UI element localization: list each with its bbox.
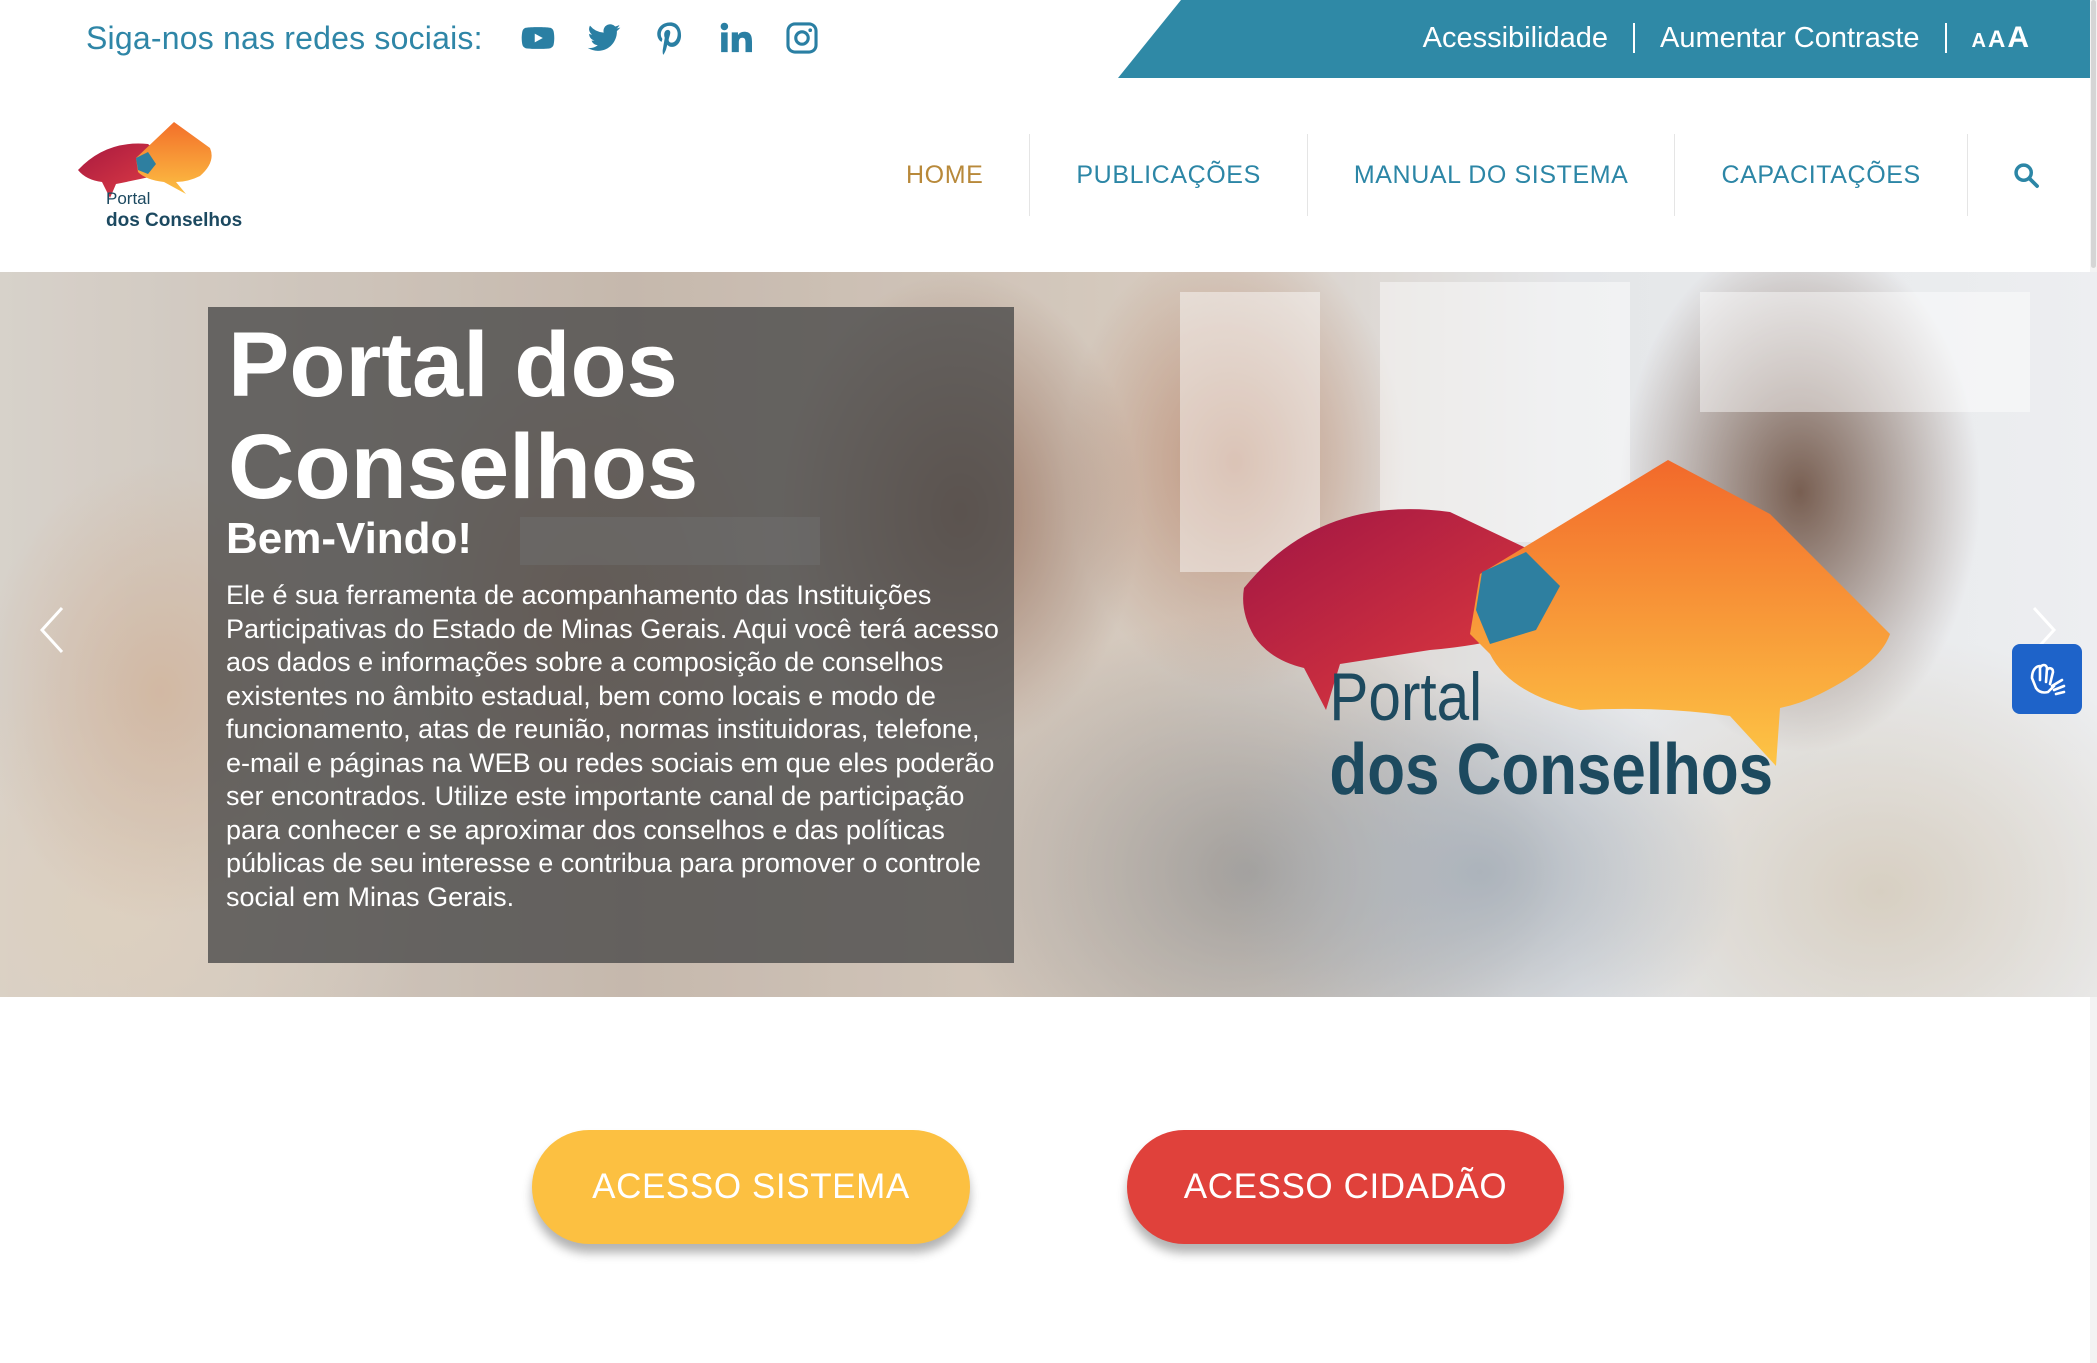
accessibility-link[interactable]: Acessibilidade [1423,22,1608,55]
chevron-left-icon[interactable] [32,600,76,660]
hero-title: Portal dos Conselhos [228,314,699,518]
page: Siga-nos nas redes sociais: Acessibilida… [0,0,2097,1363]
hero-subtitle: Bem-Vindo! [226,514,473,563]
hero-logo-line2: dos Conselhos [1329,730,1773,810]
social-label: Siga-nos nas redes sociais: [86,19,483,56]
hero-description: Ele é sua ferramenta de acompanhamento d… [226,580,999,912]
instagram-icon[interactable] [769,0,835,76]
acesso-sistema-button[interactable]: ACESSO SISTEMA [532,1130,970,1244]
scrollbar-thumb[interactable] [2091,0,2096,268]
nav-manual-do-sistema[interactable]: MANUAL DO SISTEMA [1306,134,1675,216]
logo-line1: Portal [106,189,150,208]
font-size-medium-button[interactable]: A [1988,26,2005,54]
nav-home[interactable]: HOME [860,134,1029,216]
accessibility-links: Acessibilidade Aumentar Contraste A A A [1423,0,2029,76]
hero-logo-line1: Portal [1329,660,1482,735]
hero-logo: Portal dos Conselhos [1243,460,1890,810]
main-nav: HOME PUBLICAÇÕES MANUAL DO SISTEMA CAPAC… [860,134,2084,216]
sign-language-hands-icon[interactable] [2012,644,2082,714]
high-contrast-link[interactable]: Aumentar Contraste [1660,22,1920,55]
font-size-large-button[interactable]: A [2007,21,2029,55]
search-icon[interactable] [1966,134,2084,216]
font-size-controls: A A A [1972,21,2029,55]
font-size-small-button[interactable]: A [1972,30,1986,53]
divider [1633,23,1636,53]
divider [1944,23,1947,53]
nav-capacitacoes[interactable]: CAPACITAÇÕES [1674,134,1966,216]
twitter-icon[interactable] [571,0,637,76]
site-logo[interactable]: Portal dos Conselhos [76,118,276,234]
linkedin-icon[interactable] [703,0,769,76]
nav-publicacoes[interactable]: PUBLICAÇÕES [1029,134,1306,216]
acesso-cidadao-button[interactable]: ACESSO CIDADÃO [1127,1130,1564,1244]
logo-line2: dos Conselhos [106,210,242,231]
youtube-icon[interactable] [505,0,571,76]
hero-carousel: Portal dos Conselhos Bem-Vindo! Ele é su… [0,272,2097,997]
social-links: Siga-nos nas redes sociais: [86,0,835,76]
pinterest-icon[interactable] [637,0,703,76]
